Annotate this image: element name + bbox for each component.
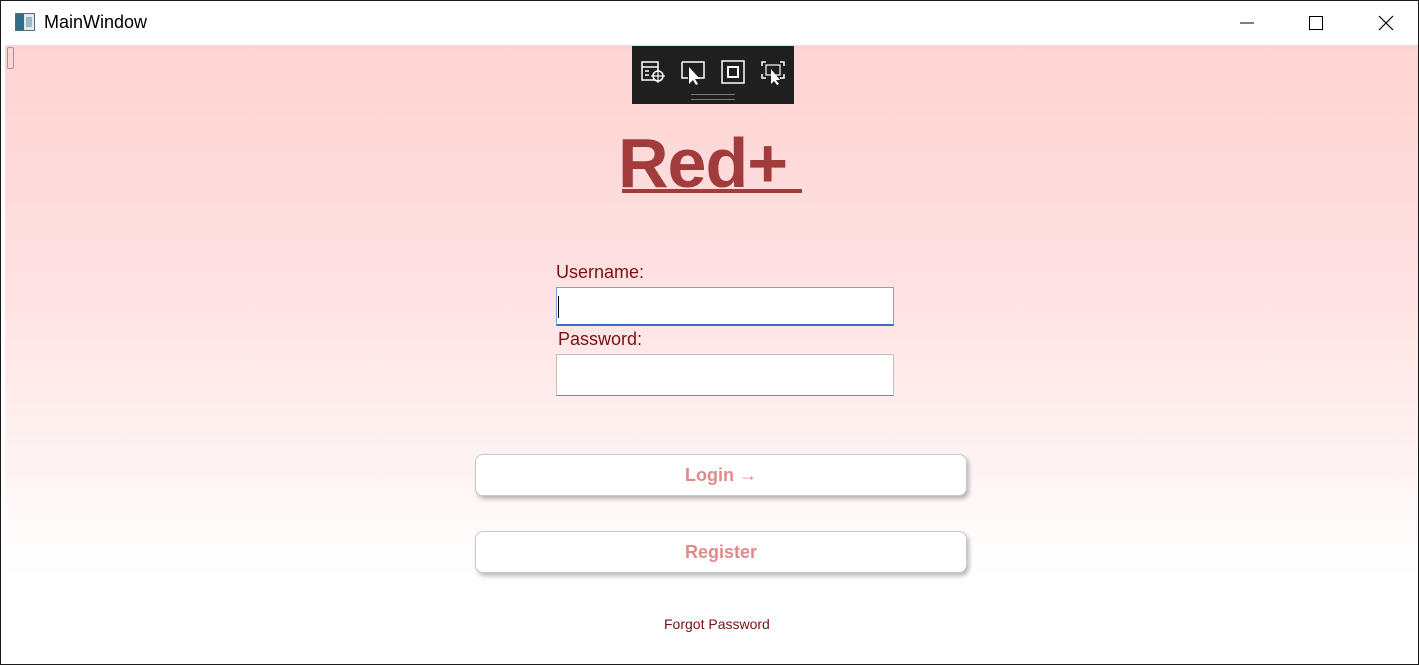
maximize-button[interactable] xyxy=(1293,1,1339,45)
debug-toolbar[interactable] xyxy=(632,46,794,104)
window-title: MainWindow xyxy=(44,12,148,32)
toolbar-grip[interactable] xyxy=(691,94,735,100)
password-field[interactable] xyxy=(556,354,894,396)
username-field[interactable] xyxy=(556,287,894,326)
select-element-icon[interactable] xyxy=(639,58,667,86)
element-picker-icon[interactable] xyxy=(679,58,707,86)
title-bar[interactable]: MainWindow xyxy=(1,1,1418,45)
register-button[interactable]: Register xyxy=(475,531,967,573)
close-icon xyxy=(1378,15,1394,31)
password-label: Password: xyxy=(558,329,643,349)
username-label: Username: xyxy=(556,262,645,282)
main-window: MainWindow Red+ Username: Password: Logi… xyxy=(0,0,1419,665)
maximize-icon xyxy=(1309,16,1323,30)
app-window-icon xyxy=(15,13,35,31)
window-content: Red+ Username: Password: Login → Registe… xyxy=(5,45,1418,664)
close-button[interactable] xyxy=(1363,1,1409,45)
display-layout-adorners-icon[interactable] xyxy=(719,58,747,86)
forgot-password-link[interactable]: Forgot Password xyxy=(664,616,770,632)
logo-underline xyxy=(622,189,802,193)
text-caret xyxy=(558,296,559,318)
login-button[interactable]: Login → xyxy=(475,454,967,496)
focus-indicator xyxy=(7,47,14,69)
track-focused-element-icon[interactable] xyxy=(759,58,787,86)
minimize-icon xyxy=(1240,22,1254,24)
minimize-button[interactable] xyxy=(1224,1,1270,45)
